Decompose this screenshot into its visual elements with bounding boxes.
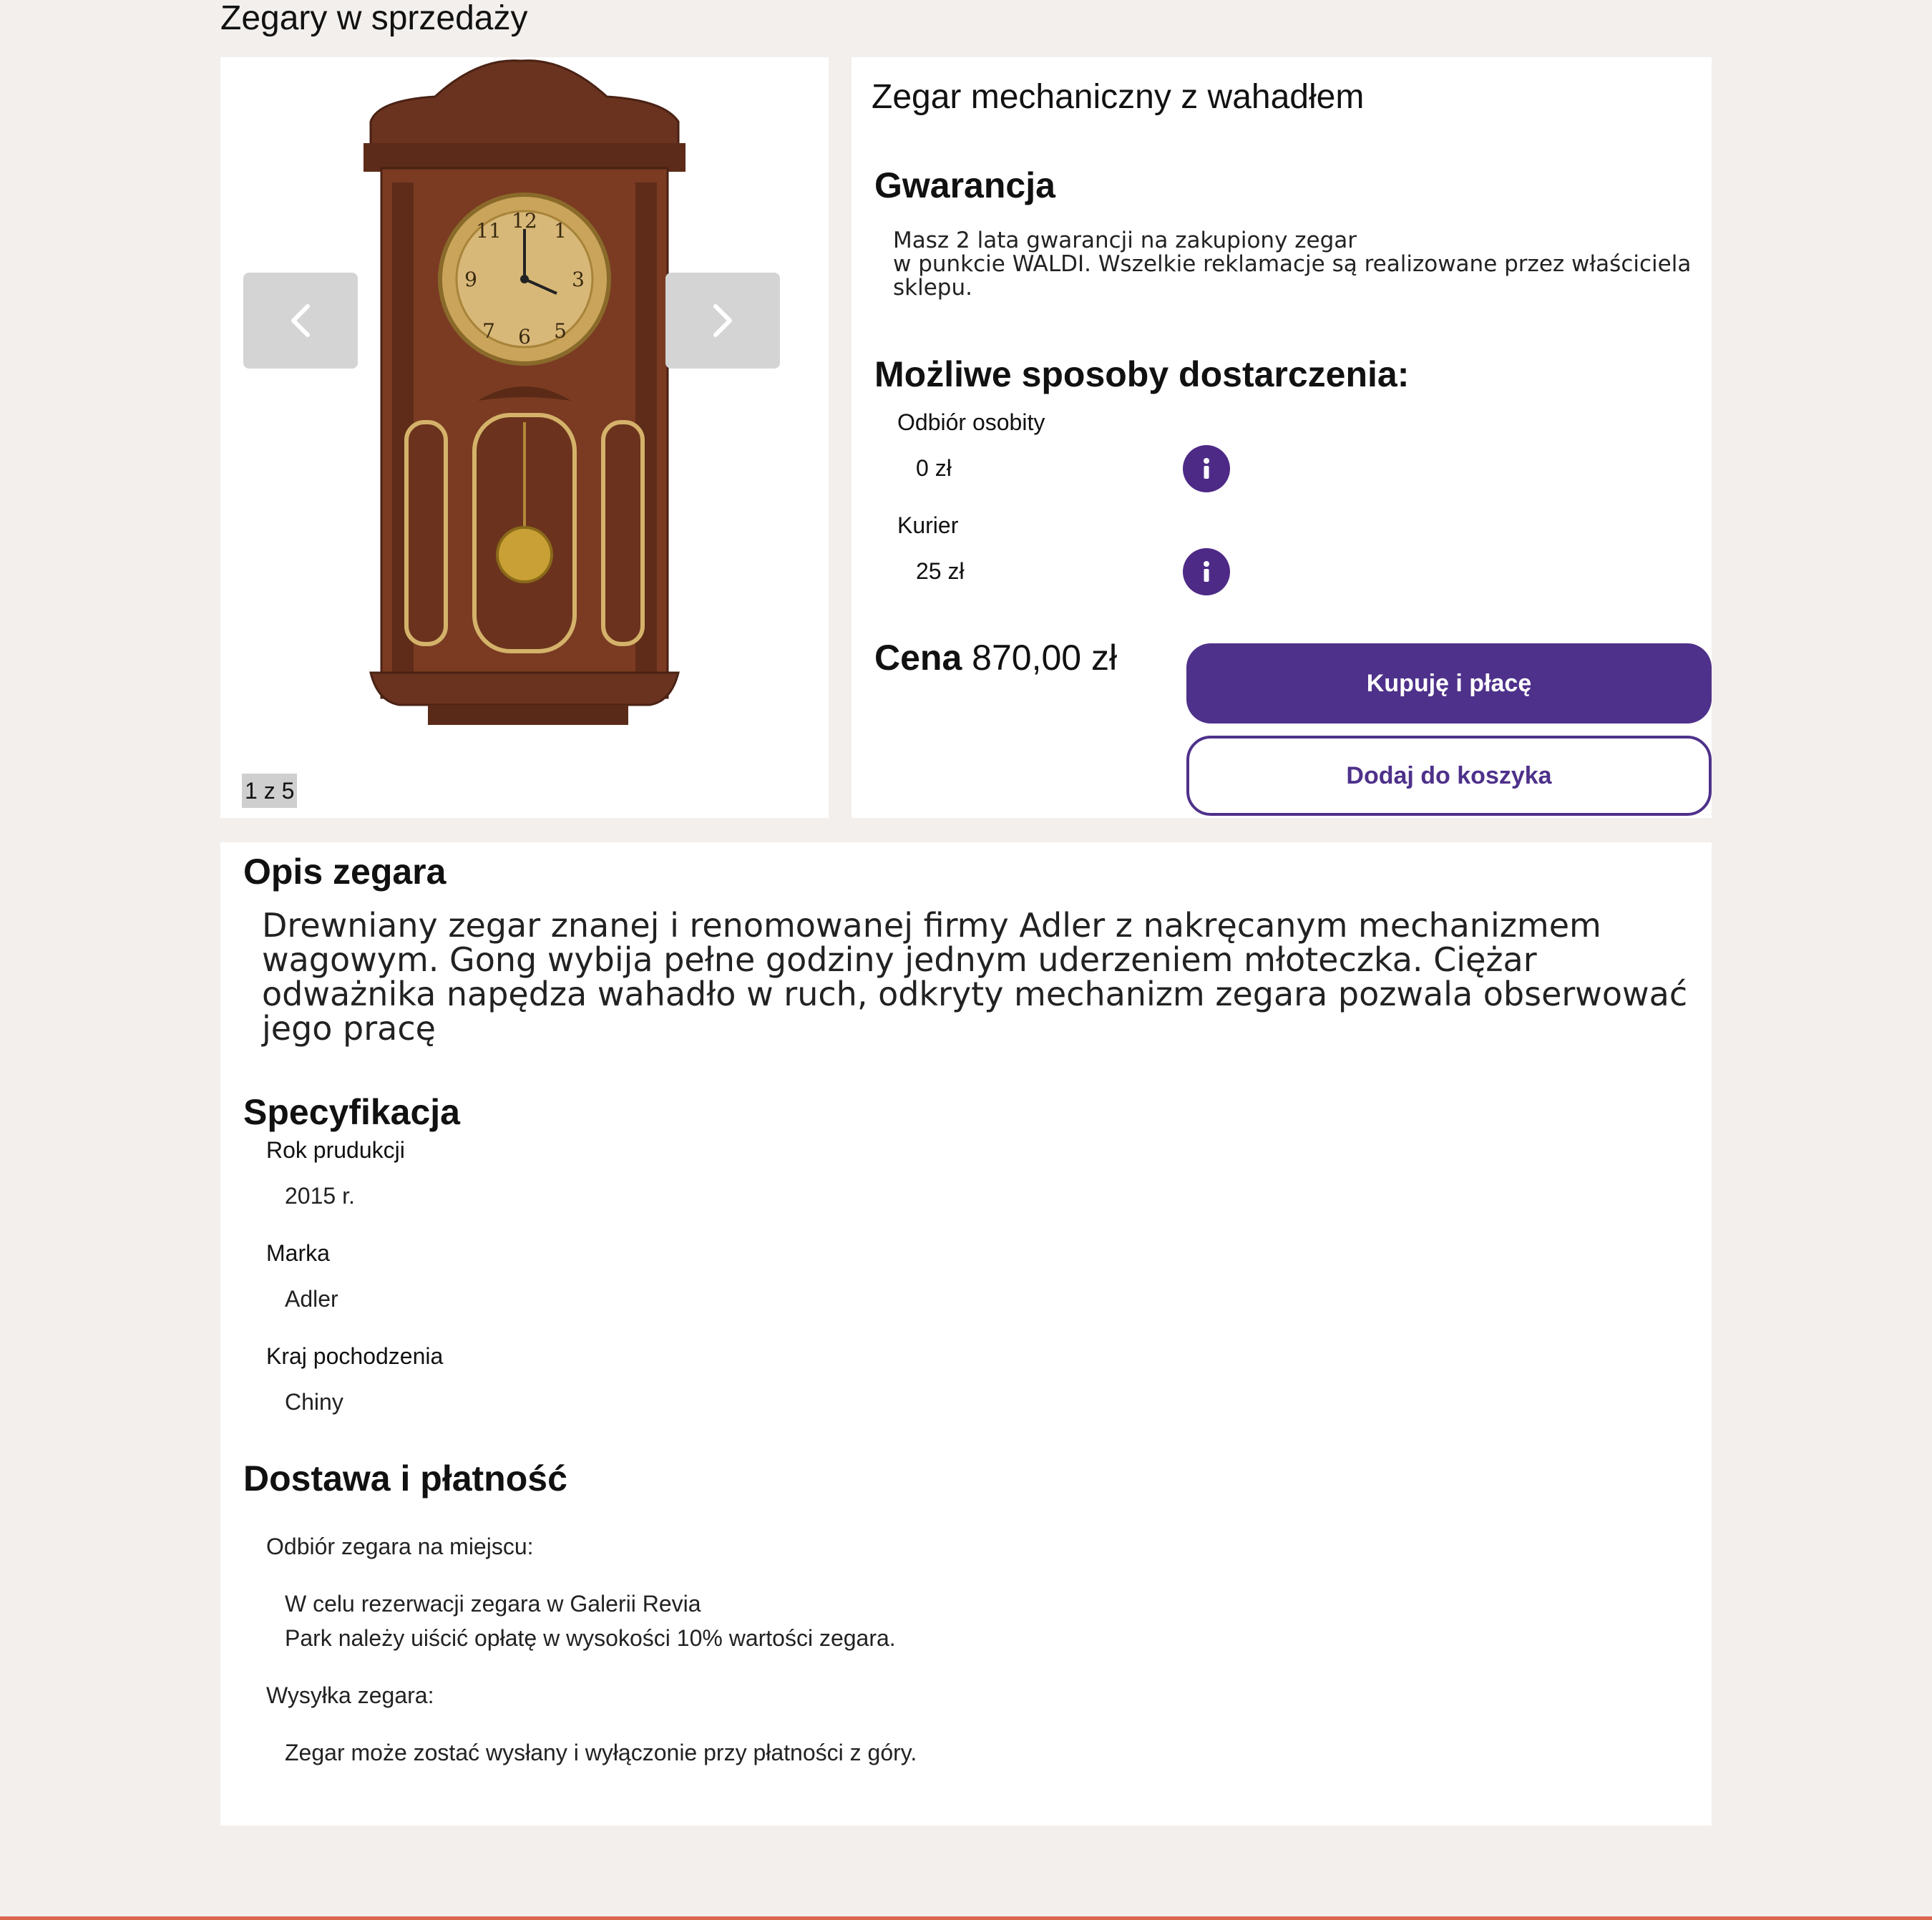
product-gallery: 12 1 3 567 9 11 1 z 5 [220,57,829,818]
chevron-left-icon [291,304,310,337]
spec-name: Rok prudukcji [266,1137,405,1163]
chevron-right-icon [713,304,732,337]
pickup-label: Odbiór zegara na miejscu: [266,1534,534,1559]
warranty-text: Masz 2 lata gwarancji na zakupiony zegar… [893,228,1692,301]
svg-text:6: 6 [518,325,531,349]
price-value: 870,00 zł [972,638,1118,678]
product-image: 12 13 567 911 [364,59,686,725]
info-glyph [1204,561,1209,582]
info-icon[interactable] [1183,548,1230,595]
shipping-label: Wysyłka zegara: [266,1682,434,1708]
svg-text:3: 3 [572,268,585,291]
page-title: Zegary w sprzedaży [220,0,528,37]
delivery-option-price: 0 zł [916,455,952,481]
spec-name: Marka [266,1240,330,1266]
add-to-cart-button[interactable]: Dodaj do koszyka [1186,736,1712,816]
pickup-text-line: Park należy uiścić opłatę w wysokości 10… [285,1625,896,1651]
gallery-counter: 1 z 5 [242,774,298,808]
svg-text:11: 11 [476,219,502,243]
delivery-option-price: 25 zł [916,558,965,584]
spec-value: Adler [285,1286,338,1312]
price: Cena 870,00 zł [874,637,1117,678]
svg-text:9: 9 [464,268,477,291]
footer-divider [0,1916,1932,1920]
svg-text:1: 1 [554,219,567,243]
product-title: Zegar mechaniczny z wahadłem [872,78,1365,116]
spec-heading: Specyfikacja [243,1092,460,1132]
pickup-text-line: W celu rezerwacji zegara w Galerii Revia [285,1591,701,1617]
delivery-heading: Możliwe sposoby dostarczenia: [874,354,1410,394]
gallery-next-button[interactable] [665,273,780,369]
description-text: Drewniany zegar znanej i renomowanej fir… [262,906,1688,1048]
info-glyph [1204,458,1209,479]
spec-value: Chiny [285,1389,343,1415]
gallery-prev-button[interactable] [243,273,358,369]
info-icon[interactable] [1183,445,1230,492]
svg-text:7: 7 [482,319,495,343]
description-heading: Opis zegara [243,852,447,892]
spec-name: Kraj pochodzenia [266,1343,444,1369]
delivery-option-name: Odbiór osobity [897,409,1045,435]
shipping-text: Zegar może zostać wysłany i wyłączonie p… [285,1740,917,1765]
buy-now-button[interactable]: Kupuję i płacę [1186,643,1712,723]
delivery-option-name: Kurier [897,512,959,538]
price-label: Cena [874,638,962,678]
product-info-panel: Zegar mechaniczny z wahadłem Gwarancja M… [852,57,1712,818]
shipping-heading: Dostawa i płatność [243,1458,567,1499]
spec-value: 2015 r. [285,1183,355,1209]
product-details: Opis zegara Drewniany zegar znanej i ren… [220,842,1712,1826]
svg-text:5: 5 [554,319,567,343]
warranty-heading: Gwarancja [874,165,1055,205]
